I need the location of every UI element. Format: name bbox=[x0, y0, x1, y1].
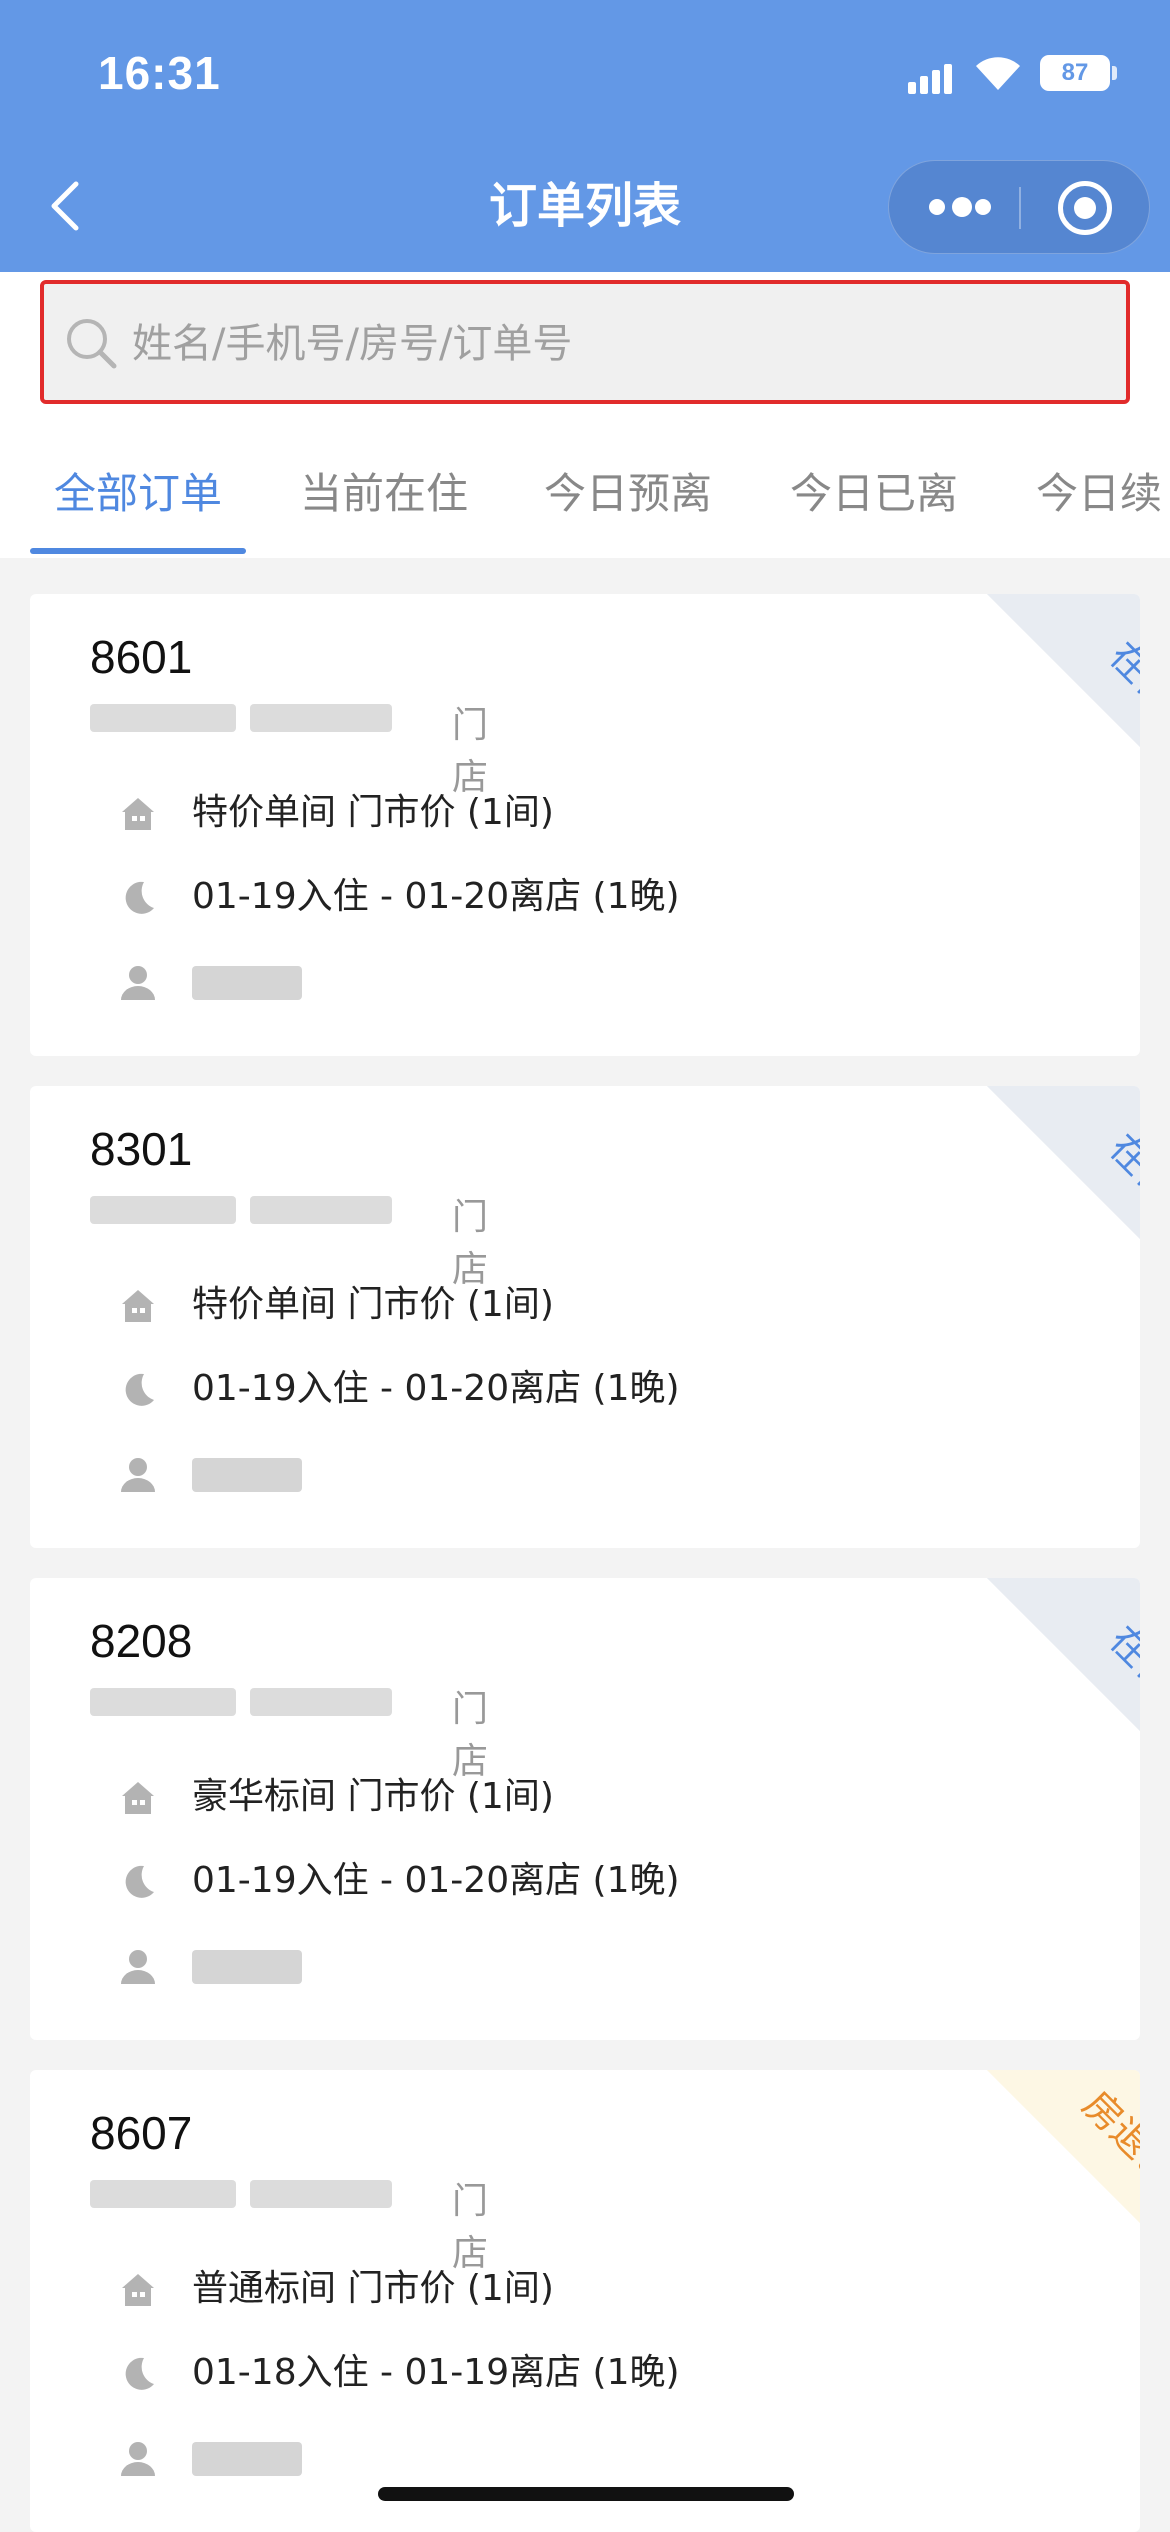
stay-dates-row: 01-18入住 - 01-19离店 (1晚) bbox=[118, 2348, 1018, 2398]
store-label: 门店 bbox=[452, 2181, 489, 2274]
blurred-guest-name bbox=[192, 1950, 302, 1984]
room-number: 8601 bbox=[90, 631, 193, 683]
tab-all-orders[interactable]: 全部订单 bbox=[54, 460, 222, 521]
battery-tip bbox=[1112, 66, 1117, 80]
order-subtitle: 门店 bbox=[90, 696, 510, 798]
active-tab-indicator bbox=[30, 548, 246, 554]
guest-row bbox=[118, 2432, 1018, 2482]
blurred-store bbox=[250, 1196, 392, 1224]
order-subtitle: 门店 bbox=[90, 2172, 510, 2274]
moon-icon bbox=[125, 2357, 154, 2390]
person-icon bbox=[121, 966, 155, 1000]
order-subtitle: 门店 bbox=[90, 1680, 510, 1782]
stay-dates: 01-19入住 - 01-20离店 (1晚) bbox=[192, 1860, 680, 1901]
status-time: 16:31 bbox=[98, 47, 221, 99]
room-number: 8301 bbox=[90, 1123, 193, 1175]
status-ribbon: 在住 bbox=[880, 1578, 1140, 1838]
order-card[interactable]: 8607 门店 普通标间 门市价 (1间) 01-18入住 - 01-19离店 … bbox=[30, 2070, 1140, 2532]
more-icon[interactable] bbox=[929, 195, 991, 221]
app-header: 16:31 87 订单列表 bbox=[0, 0, 1170, 272]
order-card[interactable]: 8301 门店 特价单间 门市价 (1间) 01-19入住 - 01-20离店 … bbox=[30, 1086, 1140, 1548]
capsule-divider bbox=[1019, 187, 1021, 229]
home-indicator[interactable] bbox=[378, 2487, 794, 2501]
moon-icon bbox=[125, 1373, 154, 1406]
signal-icon bbox=[908, 62, 958, 94]
blurred-store bbox=[250, 1688, 392, 1716]
room-number: 8607 bbox=[90, 2107, 193, 2159]
status-badge: 在住 bbox=[957, 1086, 1140, 1346]
order-card[interactable]: 8601 门店 特价单间 门市价 (1间) 01-19入住 - 01-20离店 … bbox=[30, 594, 1140, 1056]
home-icon bbox=[122, 798, 154, 830]
person-icon bbox=[121, 1458, 155, 1492]
order-tabs: 全部订单 当前在住 今日预离 今日已离 今日续 bbox=[0, 410, 1170, 558]
order-card[interactable]: 8208 门店 豪华标间 门市价 (1间) 01-19入住 - 01-20离店 … bbox=[30, 1578, 1140, 2040]
search-input[interactable] bbox=[132, 304, 1092, 384]
status-ribbon: 房退已结 bbox=[880, 2070, 1140, 2330]
blurred-guest-name bbox=[192, 2442, 302, 2476]
room-number: 8208 bbox=[90, 1615, 193, 1667]
home-icon bbox=[122, 1290, 154, 1322]
tab-current-stay[interactable]: 当前在住 bbox=[300, 460, 468, 521]
mini-program-capsule bbox=[888, 160, 1150, 254]
room-type: 特价单间 门市价 (1间) bbox=[192, 1284, 554, 1325]
battery-icon: 87 bbox=[1040, 55, 1110, 91]
order-subtitle: 门店 bbox=[90, 1188, 510, 1290]
tab-today-checked-out[interactable]: 今日已离 bbox=[790, 460, 958, 521]
tab-today-checkout-due[interactable]: 今日预离 bbox=[544, 460, 712, 521]
person-icon bbox=[121, 2442, 155, 2476]
blurred-store bbox=[250, 704, 392, 732]
stay-dates-row: 01-19入住 - 01-20离店 (1晚) bbox=[118, 872, 1018, 922]
status-badge: 房退已结 bbox=[957, 2070, 1140, 2330]
stay-dates: 01-18入住 - 01-19离店 (1晚) bbox=[192, 2352, 680, 2393]
status-ribbon: 在住 bbox=[880, 594, 1140, 854]
search-box[interactable] bbox=[40, 280, 1130, 404]
person-icon bbox=[121, 1950, 155, 1984]
blurred-order-no bbox=[90, 1196, 236, 1224]
blurred-order-no bbox=[90, 704, 236, 732]
store-label: 门店 bbox=[452, 1197, 489, 1290]
store-label: 门店 bbox=[452, 705, 489, 798]
status-badge: 在住 bbox=[957, 594, 1140, 854]
blurred-guest-name bbox=[192, 1458, 302, 1492]
guest-row bbox=[118, 1448, 1018, 1498]
stay-dates: 01-19入住 - 01-20离店 (1晚) bbox=[192, 1368, 680, 1409]
room-type: 豪华标间 门市价 (1间) bbox=[192, 1776, 554, 1817]
stay-dates: 01-19入住 - 01-20离店 (1晚) bbox=[192, 876, 680, 917]
room-type: 普通标间 门市价 (1间) bbox=[192, 2268, 554, 2309]
blurred-store bbox=[250, 2180, 392, 2208]
guest-row bbox=[118, 956, 1018, 1006]
guest-row bbox=[118, 1940, 1018, 1990]
blurred-order-no bbox=[90, 2180, 236, 2208]
wifi-icon bbox=[976, 57, 1020, 90]
stay-dates-row: 01-19入住 - 01-20离店 (1晚) bbox=[118, 1856, 1018, 1906]
moon-icon bbox=[125, 1865, 154, 1898]
moon-icon bbox=[125, 881, 154, 914]
close-mini-program-icon[interactable] bbox=[1058, 181, 1112, 235]
status-badge: 在住 bbox=[957, 1578, 1140, 1838]
home-icon bbox=[122, 1782, 154, 1814]
search-icon bbox=[67, 319, 117, 369]
store-label: 门店 bbox=[452, 1689, 489, 1782]
status-ribbon: 在住 bbox=[880, 1086, 1140, 1346]
blurred-guest-name bbox=[192, 966, 302, 1000]
blurred-order-no bbox=[90, 1688, 236, 1716]
tab-today-extend[interactable]: 今日续 bbox=[1036, 460, 1162, 521]
stay-dates-row: 01-19入住 - 01-20离店 (1晚) bbox=[118, 1364, 1018, 1414]
room-type: 特价单间 门市价 (1间) bbox=[192, 792, 554, 833]
home-icon bbox=[122, 2274, 154, 2306]
search-bar bbox=[0, 272, 1170, 410]
